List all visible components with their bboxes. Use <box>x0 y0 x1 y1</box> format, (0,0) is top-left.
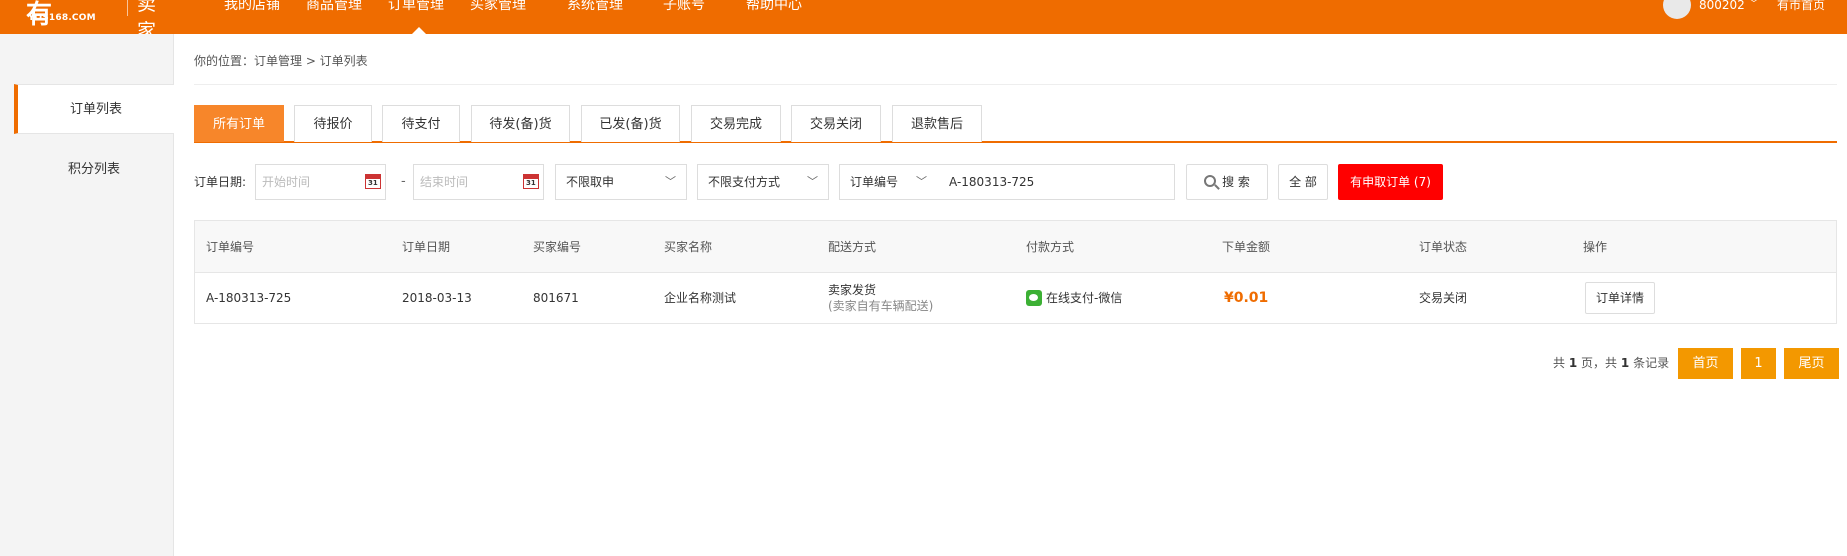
wechat-pay-icon <box>1026 290 1042 306</box>
search-button[interactable]: 搜 索 <box>1186 164 1268 200</box>
col-delivery: 配送方式 <box>828 240 877 254</box>
col-buyer-no: 买家编号 <box>533 240 582 254</box>
nav-my-store[interactable]: 我的店铺 <box>224 0 306 34</box>
orders-table: 订单编号 订单日期 买家编号 买家名称 配送方式 付款方式 下单金额 订单状态 … <box>194 220 1837 324</box>
col-status: 订单状态 <box>1419 240 1468 254</box>
nav-label: 子账号 <box>663 0 705 13</box>
main-nav: 我的店铺 商品管理 订单管理 买家管理 系统管理 子账号 帮助中心 <box>224 0 826 34</box>
nav-system[interactable]: 系统管理 <box>567 0 663 34</box>
last-page-button[interactable]: 尾页 <box>1784 348 1839 379</box>
nav-label: 订单管理 <box>388 0 444 13</box>
home-link[interactable]: 有市首页 <box>1777 0 1825 11</box>
delivery-method: 卖家发货 (卖家自有车辆配送) <box>828 282 933 314</box>
chevron-down-icon: ﹀ <box>807 175 818 188</box>
order-no: A-180313-725 <box>206 291 292 305</box>
buyer-name: 企业名称测试 <box>664 291 737 305</box>
payment-filter-select[interactable]: 不限支付方式 ﹀ <box>697 164 829 200</box>
calendar-icon[interactable]: 31 <box>365 174 381 189</box>
nav-products[interactable]: 商品管理 <box>306 0 388 34</box>
cancel-requests-button[interactable]: 有申取订单 (7) <box>1338 164 1443 200</box>
order-amount: ¥0.01 <box>1224 290 1269 306</box>
select-value: 不限支付方式 <box>708 175 781 189</box>
col-payment: 付款方式 <box>1026 240 1075 254</box>
nav-sub-accounts[interactable]: 子账号 <box>663 0 746 34</box>
filter-bar: 订单日期: 开始时间 31 - 结束时间 31 不限取申 ﹀ 不限支付方式 ﹀ … <box>194 164 1837 200</box>
col-order-no: 订单编号 <box>206 240 255 254</box>
table-header: 订单编号 订单日期 买家编号 买家名称 配送方式 付款方式 下单金额 订单状态 … <box>195 221 1836 273</box>
col-buyer-name: 买家名称 <box>664 240 713 254</box>
page-count: 1 <box>1568 356 1578 370</box>
cancel-filter-select[interactable]: 不限取申 ﹀ <box>555 164 687 200</box>
order-date-label: 订单日期: <box>194 175 247 189</box>
end-date-input[interactable]: 结束时间 31 <box>413 164 544 200</box>
nav-label: 买家管理 <box>470 0 526 13</box>
start-date-input[interactable]: 开始时间 31 <box>255 164 386 200</box>
avatar <box>1663 0 1691 19</box>
tab-shipped[interactable]: 已发(备)货 <box>581 105 680 142</box>
select-value: 订单编号 <box>850 175 899 189</box>
start-date-placeholder: 开始时间 <box>262 175 311 189</box>
nav-orders[interactable]: 订单管理 <box>388 0 470 34</box>
col-action: 操作 <box>1583 240 1608 254</box>
delivery-type: 卖家发货 <box>828 283 877 297</box>
nav-label: 帮助中心 <box>746 0 802 13</box>
breadcrumb: 你的位置：订单管理 > 订单列表 <box>194 54 368 68</box>
search-field-select[interactable]: 订单编号 ﹀ <box>839 164 938 200</box>
tab-awaiting-quote[interactable]: 待报价 <box>294 105 372 142</box>
tab-awaiting-shipment[interactable]: 待发(备)货 <box>471 105 570 142</box>
chevron-down-icon: ﹀ <box>665 175 676 188</box>
order-status: 交易关闭 <box>1419 291 1468 305</box>
range-dash: - <box>401 174 406 189</box>
divider <box>194 84 1837 85</box>
active-caret-icon <box>412 27 426 34</box>
tab-closed[interactable]: 交易关闭 <box>791 105 881 142</box>
payment-label: 在线支付-微信 <box>1046 291 1123 305</box>
chevron-down-icon: ﹀ <box>916 175 927 188</box>
show-all-button[interactable]: 全 部 <box>1278 164 1328 200</box>
pager-text: 页，共 <box>1581 356 1618 370</box>
calendar-day: 31 <box>526 179 536 187</box>
pagination-info: 共 1 页，共 1 条记录 <box>1553 348 1669 379</box>
search-icon <box>1204 175 1217 187</box>
order-date: 2018-03-13 <box>402 291 472 305</box>
order-status-tabs: 所有订单 待报价 待支付 待发(备)货 已发(备)货 交易完成 交易关闭 退款售… <box>194 105 1837 143</box>
sidebar: 订单列表 积分列表 <box>0 34 174 556</box>
sidebar-item-points-list[interactable]: 积分列表 <box>14 145 174 195</box>
sidebar-item-order-list[interactable]: 订单列表 <box>14 84 174 134</box>
logo-divider <box>127 0 128 16</box>
logo-domain: YOS168.COM <box>28 13 96 23</box>
top-header: 有市 YOS168.COM 卖家中心 我的店铺 商品管理 订单管理 买家管理 系… <box>0 0 1847 96</box>
order-detail-button[interactable]: 订单详情 <box>1585 282 1655 314</box>
order-number-input[interactable]: A-180313-725 <box>937 164 1175 200</box>
user-menu[interactable]: 800202 ﹀ <box>1663 0 1759 20</box>
col-order-date: 订单日期 <box>402 240 451 254</box>
nav-label: 商品管理 <box>306 0 362 13</box>
nav-buyers[interactable]: 买家管理 <box>470 0 567 34</box>
delivery-note: (卖家自有车辆配送) <box>828 299 934 313</box>
table-row: A-180313-725 2018-03-13 801671 企业名称测试 卖家… <box>195 273 1836 323</box>
record-count: 1 <box>1620 356 1630 370</box>
first-page-button[interactable]: 首页 <box>1678 348 1733 379</box>
pager-text: 条记录 <box>1633 356 1670 370</box>
payment-method: 在线支付-微信 <box>1026 273 1122 323</box>
tab-all-orders[interactable]: 所有订单 <box>194 105 284 142</box>
calendar-icon[interactable]: 31 <box>523 174 539 189</box>
nav-help[interactable]: 帮助中心 <box>746 0 826 34</box>
col-amount: 下单金额 <box>1222 240 1271 254</box>
buyer-no: 801671 <box>533 291 579 305</box>
end-date-placeholder: 结束时间 <box>420 175 469 189</box>
user-name: 800202 <box>1699 0 1745 12</box>
pager-text: 共 <box>1553 356 1566 370</box>
calendar-day: 31 <box>368 179 378 187</box>
tab-completed[interactable]: 交易完成 <box>691 105 781 142</box>
tab-awaiting-payment[interactable]: 待支付 <box>382 105 460 142</box>
page-1-button[interactable]: 1 <box>1741 348 1776 379</box>
chevron-down-icon: ﹀ <box>1748 0 1759 10</box>
tab-refund[interactable]: 退款售后 <box>892 105 982 142</box>
nav-label: 我的店铺 <box>224 0 280 13</box>
select-value: 不限取申 <box>566 175 615 189</box>
search-button-label: 搜 索 <box>1222 175 1250 189</box>
nav-label: 系统管理 <box>567 0 623 13</box>
